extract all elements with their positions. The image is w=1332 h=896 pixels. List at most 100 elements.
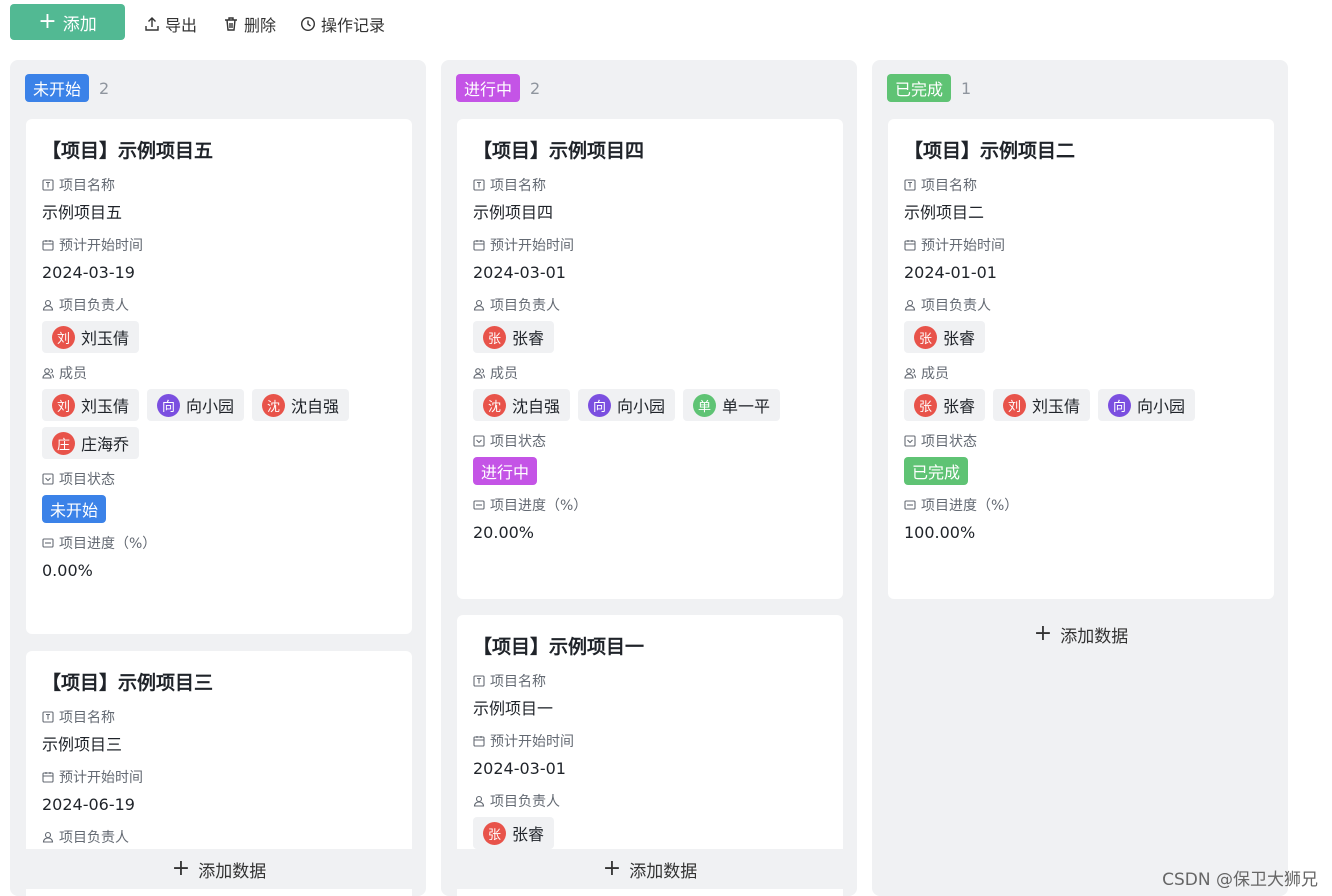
field-label-status: 项目状态 bbox=[473, 431, 827, 451]
card-title: 【项目】示例项目五 bbox=[42, 140, 214, 162]
history-button[interactable]: 操作记录 bbox=[300, 12, 385, 36]
person-chip[interactable]: 张张睿 bbox=[904, 321, 986, 353]
text-field-icon bbox=[904, 179, 916, 191]
owner-list: 刘刘玉倩 bbox=[42, 321, 396, 353]
person-chip[interactable]: 张张睿 bbox=[473, 817, 555, 849]
person-icon bbox=[473, 795, 485, 807]
field-label-name: 项目名称 bbox=[904, 175, 1258, 195]
field-label-owner: 项目负责人 bbox=[42, 827, 396, 847]
avatar: 张 bbox=[483, 821, 506, 845]
person-chip[interactable]: 单单一平 bbox=[683, 389, 781, 421]
progress-value: 100.00% bbox=[904, 523, 976, 542]
plus-icon: + bbox=[1033, 621, 1053, 646]
project-name-value: 示例项目五 bbox=[42, 203, 123, 222]
person-icon bbox=[42, 831, 54, 843]
progress-icon bbox=[42, 538, 54, 548]
plus-icon: + bbox=[171, 856, 191, 881]
field-label-name: 项目名称 bbox=[42, 707, 396, 727]
person-chip[interactable]: 向向小园 bbox=[1098, 389, 1196, 421]
member-list: 张张睿 刘刘玉倩 向向小园 bbox=[904, 389, 1258, 421]
avatar: 单 bbox=[693, 393, 717, 417]
start-date-value: 2024-03-01 bbox=[473, 263, 566, 282]
export-label: 导出 bbox=[165, 16, 198, 35]
calendar-icon bbox=[42, 240, 54, 251]
start-date-value: 2024-01-01 bbox=[904, 263, 997, 282]
column-header: 未开始 2 bbox=[25, 74, 109, 102]
plus-icon: + bbox=[38, 9, 57, 34]
field-label-progress: 项目进度（%） bbox=[42, 533, 396, 553]
start-date-value: 2024-03-01 bbox=[473, 759, 566, 778]
person-chip[interactable]: 沈沈自强 bbox=[473, 389, 571, 421]
field-label-progress: 项目进度（%） bbox=[473, 495, 827, 515]
person-chip[interactable]: 刘刘玉倩 bbox=[42, 389, 140, 421]
owner-list: 张张睿 bbox=[473, 321, 827, 353]
card-title: 【项目】示例项目一 bbox=[473, 636, 645, 658]
person-chip[interactable]: 向向小园 bbox=[147, 389, 245, 421]
field-label-start: 预计开始时间 bbox=[42, 235, 396, 255]
column-count: 2 bbox=[530, 78, 541, 98]
status-tag: 已完成 bbox=[887, 74, 952, 102]
person-chip[interactable]: 庄庄海乔 bbox=[42, 427, 140, 459]
status-badge: 已完成 bbox=[904, 457, 969, 485]
person-chip[interactable]: 向向小园 bbox=[578, 389, 676, 421]
avatar: 刘 bbox=[1003, 393, 1027, 417]
card-title: 【项目】示例项目二 bbox=[904, 140, 1076, 162]
calendar-icon bbox=[473, 736, 485, 747]
status-badge: 进行中 bbox=[473, 457, 538, 485]
history-label: 操作记录 bbox=[321, 16, 386, 35]
person-icon bbox=[473, 299, 485, 311]
project-card[interactable]: 【项目】示例项目四 项目名称 示例项目四 预计开始时间 2024-03-01 项… bbox=[457, 119, 843, 599]
owner-list: 张张睿 bbox=[473, 817, 827, 849]
card-title: 【项目】示例项目四 bbox=[473, 140, 645, 162]
column-in-progress: 进行中 2 【项目】示例项目四 项目名称 示例项目四 预计开始时间 2024-0… bbox=[441, 60, 857, 896]
clock-icon bbox=[300, 16, 316, 32]
progress-icon bbox=[904, 500, 916, 510]
delete-button[interactable]: 删除 bbox=[223, 12, 276, 36]
status-badge: 未开始 bbox=[42, 495, 107, 523]
calendar-icon bbox=[904, 240, 916, 251]
add-button[interactable]: + 添加 bbox=[10, 4, 125, 40]
column-done: 已完成 1 【项目】示例项目二 项目名称 示例项目二 预计开始时间 2024-0… bbox=[872, 60, 1288, 896]
add-data-button[interactable]: + 添加数据 bbox=[26, 849, 412, 889]
calendar-icon bbox=[42, 772, 54, 783]
column-count: 1 bbox=[961, 78, 972, 98]
field-label-name: 项目名称 bbox=[42, 175, 396, 195]
field-label-owner: 项目负责人 bbox=[473, 791, 827, 811]
member-list: 刘刘玉倩 向向小园 沈沈自强 庄庄海乔 bbox=[42, 389, 372, 459]
project-name-value: 示例项目四 bbox=[473, 203, 554, 222]
avatar: 向 bbox=[157, 393, 181, 417]
progress-icon bbox=[473, 500, 485, 510]
avatar: 刘 bbox=[52, 393, 75, 417]
project-card[interactable]: 【项目】示例项目五 项目名称 示例项目五 预计开始时间 2024-03-19 项… bbox=[26, 119, 412, 634]
progress-value: 20.00% bbox=[473, 523, 535, 542]
project-card[interactable]: 【项目】示例项目二 项目名称 示例项目二 预计开始时间 2024-01-01 项… bbox=[888, 119, 1274, 599]
person-chip[interactable]: 刘刘玉倩 bbox=[993, 389, 1091, 421]
export-icon bbox=[145, 17, 159, 31]
start-date-value: 2024-03-19 bbox=[42, 263, 135, 282]
start-date-value: 2024-06-19 bbox=[42, 795, 135, 814]
project-name-value: 示例项目一 bbox=[473, 699, 554, 718]
field-label-start: 预计开始时间 bbox=[473, 235, 827, 255]
avatar: 向 bbox=[1108, 393, 1132, 417]
watermark: CSDN @保卫大狮兄 bbox=[1162, 870, 1318, 890]
project-name-value: 示例项目二 bbox=[904, 203, 985, 222]
field-label-members: 成员 bbox=[473, 363, 827, 383]
avatar: 向 bbox=[588, 393, 612, 417]
calendar-icon bbox=[473, 240, 485, 251]
owner-list: 张张睿 bbox=[904, 321, 1258, 353]
field-label-progress: 项目进度（%） bbox=[904, 495, 1258, 515]
field-label-status: 项目状态 bbox=[42, 469, 396, 489]
field-label-owner: 项目负责人 bbox=[473, 295, 827, 315]
people-icon bbox=[904, 368, 916, 379]
add-data-button[interactable]: + 添加数据 bbox=[888, 614, 1274, 654]
add-data-button[interactable]: + 添加数据 bbox=[457, 849, 843, 889]
person-chip[interactable]: 张张睿 bbox=[904, 389, 986, 421]
export-button[interactable]: 导出 bbox=[144, 12, 197, 36]
text-field-icon bbox=[473, 675, 485, 687]
person-icon bbox=[904, 299, 916, 311]
avatar: 张 bbox=[914, 393, 937, 417]
field-label-name: 项目名称 bbox=[473, 671, 827, 691]
person-chip[interactable]: 沈沈自强 bbox=[252, 389, 350, 421]
person-chip[interactable]: 刘刘玉倩 bbox=[42, 321, 140, 353]
person-chip[interactable]: 张张睿 bbox=[473, 321, 555, 353]
